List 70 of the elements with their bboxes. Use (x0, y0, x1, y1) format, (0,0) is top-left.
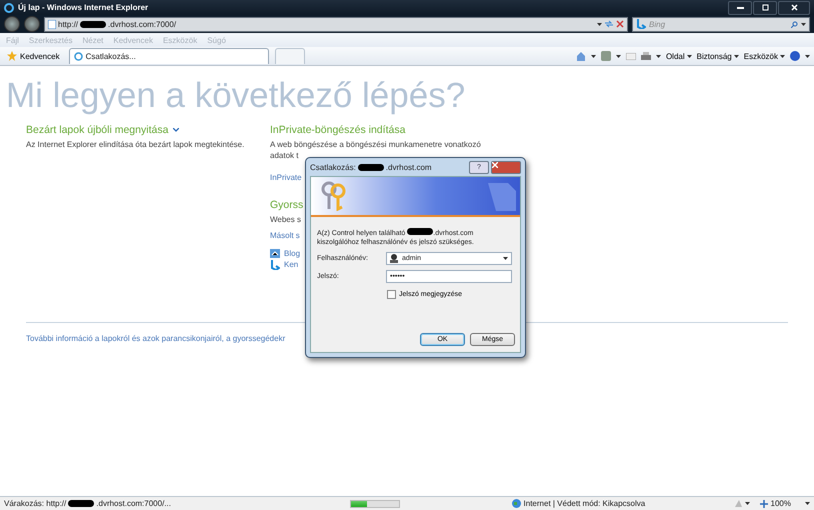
search-icon[interactable] (791, 20, 798, 28)
status-text: .dvrhost.com:7000/... (96, 499, 171, 508)
address-field[interactable]: http:// .dvrhost.com:7000/ (44, 16, 628, 32)
dialog-title: .dvrhost.com (386, 162, 432, 172)
close-icon (790, 4, 798, 11)
search-field[interactable]: Bing (632, 16, 810, 32)
section-heading[interactable]: Gyorss (270, 199, 304, 211)
minimize-button[interactable] (728, 0, 752, 14)
progress-bar (350, 500, 400, 508)
accelerator-link[interactable]: Ken (270, 259, 298, 270)
inprivate-link[interactable]: InPrivate (270, 173, 302, 182)
bing-logo-icon (270, 260, 280, 270)
dialog-title: Csatlakozás: (310, 162, 356, 172)
home-icon[interactable] (576, 51, 586, 61)
command-button[interactable]: Eszközök (744, 52, 785, 60)
redaction-mark (68, 500, 94, 507)
description-line: A web böngészése a böngészési munkamenetre vonatkozó (270, 139, 481, 150)
section-description: Az Internet Explorer elindítása óta bezárt lapok megtekintése. (26, 139, 246, 150)
zoom-icon (760, 500, 768, 508)
section-heading[interactable]: Bezárt lapok újbóli megnyitása (26, 124, 168, 136)
section-link[interactable]: Másolt s (270, 231, 300, 240)
command-button[interactable]: Biztonság (696, 52, 739, 60)
print-icon[interactable] (640, 52, 651, 60)
caret-icon[interactable] (597, 22, 602, 26)
redaction-mark (358, 164, 384, 170)
browser-icon (4, 2, 14, 12)
close-icon (492, 162, 498, 168)
caret-icon[interactable] (805, 502, 810, 505)
stop-icon[interactable] (616, 20, 624, 28)
keys-icon (321, 181, 347, 211)
loading-icon (74, 52, 83, 61)
caret-icon[interactable] (616, 54, 621, 58)
favorites-button[interactable]: Kedvencek (4, 51, 63, 61)
redaction-mark (80, 20, 106, 28)
command-button[interactable]: Oldal (666, 52, 692, 60)
window-title: Új lap - Windows Internet Explorer (18, 3, 150, 12)
zone-text: Internet | Védett mód: Kikapcsolva (524, 499, 646, 508)
caret-icon[interactable] (801, 22, 806, 26)
help-link[interactable]: További információ a lapokról és azok parancsikonjairól, a gyorssegédekr (26, 334, 286, 343)
page-title: Mi legyen a következő lépés? (6, 76, 466, 116)
accelerator-link[interactable]: Blog (270, 248, 300, 259)
chevron-icon[interactable] (173, 128, 180, 132)
back-button[interactable] (4, 16, 20, 32)
caret-icon[interactable] (744, 502, 750, 505)
status-text: Várakozás: http:// (4, 499, 66, 508)
bing-logo-icon (636, 19, 646, 29)
zoom-button[interactable]: 100% (760, 499, 791, 508)
section-heading[interactable]: InPrivate-böngészés indítása (270, 124, 406, 136)
forward-button[interactable] (24, 16, 40, 32)
caret-icon (780, 54, 785, 58)
section-description: Webes s (270, 214, 301, 225)
caret-icon[interactable] (590, 54, 596, 58)
caret-icon (686, 54, 692, 58)
description-line: adatok t (270, 150, 298, 161)
page-icon (48, 20, 56, 28)
minimize-icon (736, 6, 744, 8)
blog-icon (270, 249, 280, 258)
globe-icon (512, 499, 521, 508)
caret-icon[interactable] (656, 54, 661, 58)
help-icon[interactable] (790, 51, 800, 61)
feed-icon[interactable] (600, 51, 611, 61)
maximize-icon (762, 4, 768, 11)
caret-icon (734, 54, 739, 58)
caret-icon[interactable] (503, 257, 508, 260)
star-icon (7, 51, 17, 61)
user-icon (390, 254, 398, 263)
browser-tab[interactable]: Csatlakozás... (68, 48, 269, 64)
close-button[interactable] (778, 0, 810, 14)
maximize-button[interactable] (753, 0, 777, 14)
caret-icon[interactable] (805, 54, 810, 58)
